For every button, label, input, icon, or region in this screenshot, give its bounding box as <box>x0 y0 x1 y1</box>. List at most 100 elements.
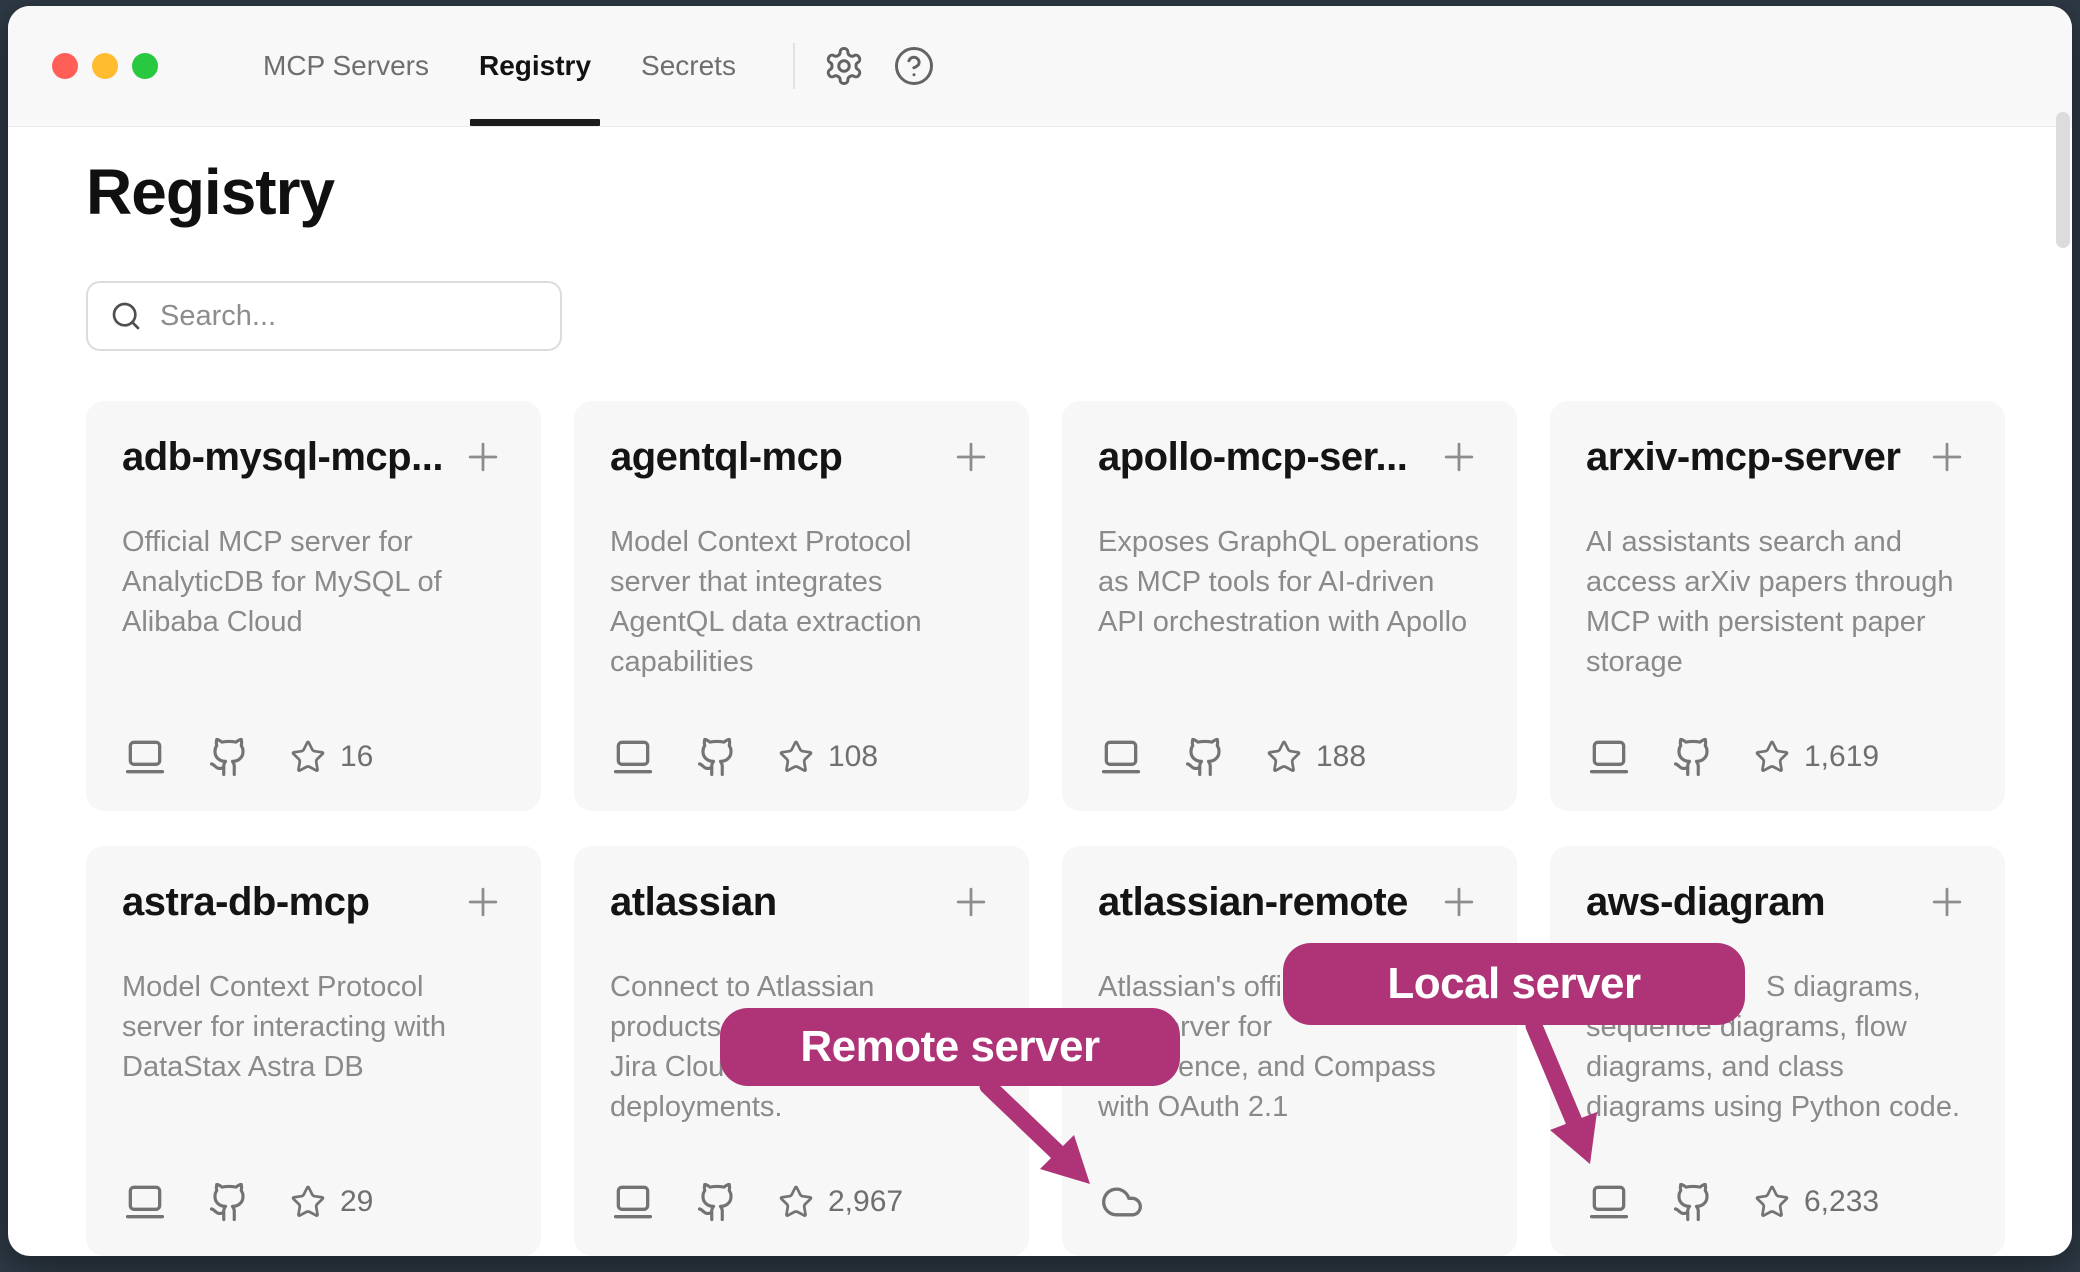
star-count: 2,967 <box>828 1185 903 1219</box>
server-card[interactable]: atlassian-remote Atlassian's offierver fo… <box>1062 846 1517 1256</box>
server-card-grid: adb-mysql-mcp...Official MCP server forA… <box>86 401 1994 1256</box>
star-icon <box>290 739 326 775</box>
description-line: Atlassian's offi <box>1098 967 1481 1007</box>
zoom-button[interactable] <box>132 53 158 79</box>
laptop-icon <box>1586 1180 1632 1224</box>
search-input[interactable] <box>160 300 538 333</box>
description-line: Exposes GraphQL operations <box>1098 522 1481 562</box>
description-line: access arXiv papers through <box>1586 562 1969 602</box>
tab-registry[interactable]: Registry <box>454 6 616 126</box>
server-card-footer: 1,619 <box>1586 735 1879 779</box>
github-icon <box>696 1180 738 1224</box>
scrollbar-thumb[interactable] <box>2056 112 2070 248</box>
app-window: MCP Servers Registry Secrets Registry ad… <box>8 6 2072 1256</box>
server-card[interactable]: agentql-mcpModel Context Protocolserver … <box>574 401 1029 811</box>
github-icon <box>208 735 250 779</box>
description-line: server that integrates <box>610 562 993 602</box>
toolbar-divider <box>793 43 795 89</box>
add-server-button[interactable] <box>949 435 993 479</box>
star-count: 188 <box>1316 740 1366 774</box>
cloud-icon <box>1098 1180 1146 1224</box>
search-box[interactable] <box>86 281 562 351</box>
settings-gear-icon[interactable] <box>823 45 865 87</box>
server-name: apollo-mcp-ser... <box>1098 435 1429 480</box>
tab-mcp-servers[interactable]: MCP Servers <box>238 6 454 126</box>
tab-bar: MCP Servers Registry Secrets <box>238 6 761 126</box>
server-description: Model Context Protocolserver that integr… <box>610 522 993 682</box>
description-line: ence, and Compass <box>1098 1047 1481 1087</box>
description-line: diagrams using Python code. <box>1586 1087 1969 1127</box>
star-count: 1,619 <box>1804 740 1879 774</box>
star-icon <box>1266 739 1302 775</box>
description-line: API orchestration with Apollo <box>1098 602 1481 642</box>
star-count: 29 <box>340 1185 373 1219</box>
laptop-icon <box>122 735 168 779</box>
server-card[interactable]: astra-db-mcpModel Context Protocolserver… <box>86 846 541 1256</box>
add-server-button[interactable] <box>1925 435 1969 479</box>
description-line: Model Context Protocol <box>122 967 505 1007</box>
server-card[interactable]: arxiv-mcp-serverAI assistants search and… <box>1550 401 2005 811</box>
server-card-footer <box>1098 1180 1146 1224</box>
server-card[interactable]: adb-mysql-mcp...Official MCP server forA… <box>86 401 541 811</box>
star-count: 6,233 <box>1804 1185 1879 1219</box>
server-card-footer: 108 <box>610 735 878 779</box>
help-icon[interactable] <box>893 45 935 87</box>
server-description: Connect to AtlassianproductsJira Cloudep… <box>610 967 993 1127</box>
github-icon <box>1184 735 1226 779</box>
server-description: Atlassian's offierver forence, and Compa… <box>1098 967 1481 1127</box>
server-description: S diagrams,sequence diagrams, flowdiagra… <box>1586 967 1969 1127</box>
close-button[interactable] <box>52 53 78 79</box>
description-line: Connect to Atlassian <box>610 967 993 1007</box>
description-line: S diagrams, <box>1586 967 1969 1007</box>
description-line: AI assistants search and <box>1586 522 1969 562</box>
server-card[interactable]: atlassian Connect to AtlassianproductsJir… <box>574 846 1029 1256</box>
server-name: aws-diagram <box>1586 880 1917 925</box>
server-card[interactable]: apollo-mcp-ser... Exposes GraphQL operati… <box>1062 401 1517 811</box>
star-count-group: 188 <box>1266 739 1366 775</box>
traffic-lights <box>52 53 158 79</box>
page-title: Registry <box>86 155 2072 229</box>
add-server-button[interactable] <box>1437 880 1481 924</box>
github-icon <box>208 1180 250 1224</box>
star-count-group: 1,619 <box>1754 739 1879 775</box>
server-card-footer: 6,233 <box>1586 1180 1879 1224</box>
description-line: Jira Clou <box>610 1047 993 1087</box>
description-line: with OAuth 2.1 <box>1098 1087 1481 1127</box>
laptop-icon <box>610 1180 656 1224</box>
server-name: atlassian <box>610 880 941 925</box>
description-line: Model Context Protocol <box>610 522 993 562</box>
star-count-group: 108 <box>778 739 878 775</box>
star-icon <box>290 1184 326 1220</box>
description-line: diagrams, and class <box>1586 1047 1969 1087</box>
star-count-group: 29 <box>290 1184 373 1220</box>
server-description: AI assistants search andaccess arXiv pap… <box>1586 522 1969 682</box>
add-server-button[interactable] <box>949 880 993 924</box>
add-server-button[interactable] <box>1925 880 1969 924</box>
add-server-button[interactable] <box>461 435 505 479</box>
star-count: 16 <box>340 740 373 774</box>
server-name: atlassian-remote <box>1098 880 1429 925</box>
description-line: capabilities <box>610 642 993 682</box>
laptop-icon <box>1586 735 1632 779</box>
star-icon <box>1754 739 1790 775</box>
description-line: storage <box>1586 642 1969 682</box>
add-server-button[interactable] <box>1437 435 1481 479</box>
server-card-footer: 188 <box>1098 735 1366 779</box>
add-server-button[interactable] <box>461 880 505 924</box>
laptop-icon <box>122 1180 168 1224</box>
description-line: deployments. <box>610 1087 993 1127</box>
tab-secrets[interactable]: Secrets <box>616 6 761 126</box>
description-line: MCP with persistent paper <box>1586 602 1969 642</box>
description-line: Alibaba Cloud <box>122 602 505 642</box>
star-count-group: 16 <box>290 739 373 775</box>
minimize-button[interactable] <box>92 53 118 79</box>
server-description: Model Context Protocolserver for interac… <box>122 967 505 1087</box>
server-name: adb-mysql-mcp... <box>122 435 453 480</box>
github-icon <box>696 735 738 779</box>
star-icon <box>778 1184 814 1220</box>
star-icon <box>778 739 814 775</box>
server-card[interactable]: aws-diagram S diagrams,sequence diagrams,… <box>1550 846 2005 1256</box>
star-icon <box>1754 1184 1790 1220</box>
description-line: DataStax Astra DB <box>122 1047 505 1087</box>
star-count: 108 <box>828 740 878 774</box>
